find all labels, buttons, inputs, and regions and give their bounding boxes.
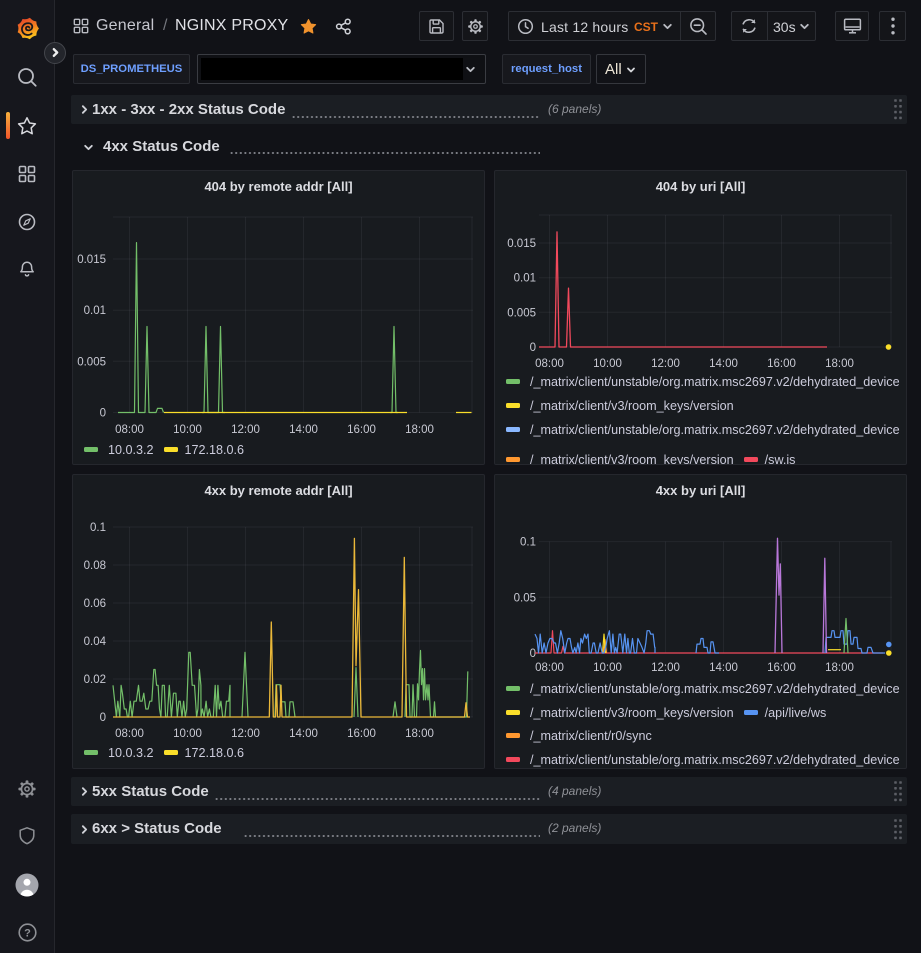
svg-text:0.08: 0.08	[84, 560, 106, 572]
svg-text:12:00: 12:00	[651, 662, 680, 674]
svg-text:0.01: 0.01	[514, 273, 536, 285]
svg-text:0: 0	[100, 408, 106, 420]
svg-text:14:00: 14:00	[289, 728, 318, 740]
svg-text:0.1: 0.1	[90, 522, 106, 534]
svg-text:08:00: 08:00	[115, 728, 144, 740]
svg-text:10:00: 10:00	[593, 662, 622, 674]
svg-text:0.06: 0.06	[84, 598, 106, 610]
svg-text:16:00: 16:00	[347, 424, 376, 436]
svg-text:18:00: 18:00	[825, 358, 854, 370]
svg-text:0: 0	[530, 648, 536, 660]
svg-text:12:00: 12:00	[651, 358, 680, 370]
svg-text:0: 0	[530, 342, 536, 354]
svg-text:14:00: 14:00	[289, 424, 318, 436]
svg-text:16:00: 16:00	[347, 728, 376, 740]
svg-text:0.005: 0.005	[77, 356, 106, 368]
svg-text:10:00: 10:00	[173, 424, 202, 436]
svg-text:18:00: 18:00	[825, 662, 854, 674]
svg-text:12:00: 12:00	[231, 728, 260, 740]
svg-text:0.005: 0.005	[507, 307, 536, 319]
svg-text:08:00: 08:00	[115, 424, 144, 436]
svg-text:18:00: 18:00	[405, 728, 434, 740]
svg-text:0.04: 0.04	[84, 636, 107, 648]
svg-text:10:00: 10:00	[593, 358, 622, 370]
svg-text:08:00: 08:00	[535, 358, 564, 370]
svg-text:18:00: 18:00	[405, 424, 434, 436]
svg-text:0.015: 0.015	[507, 238, 536, 250]
svg-text:0.01: 0.01	[84, 305, 106, 317]
svg-text:08:00: 08:00	[535, 662, 564, 674]
svg-text:16:00: 16:00	[767, 358, 796, 370]
svg-text:?: ?	[24, 928, 31, 940]
svg-text:0.1: 0.1	[520, 537, 536, 549]
svg-text:0: 0	[100, 712, 106, 724]
svg-text:14:00: 14:00	[709, 662, 738, 674]
svg-text:16:00: 16:00	[767, 662, 796, 674]
svg-text:0.02: 0.02	[84, 674, 106, 686]
svg-text:14:00: 14:00	[709, 358, 738, 370]
svg-text:0.05: 0.05	[514, 592, 536, 604]
svg-text:0.015: 0.015	[77, 254, 106, 266]
svg-text:10:00: 10:00	[173, 728, 202, 740]
svg-text:12:00: 12:00	[231, 424, 260, 436]
